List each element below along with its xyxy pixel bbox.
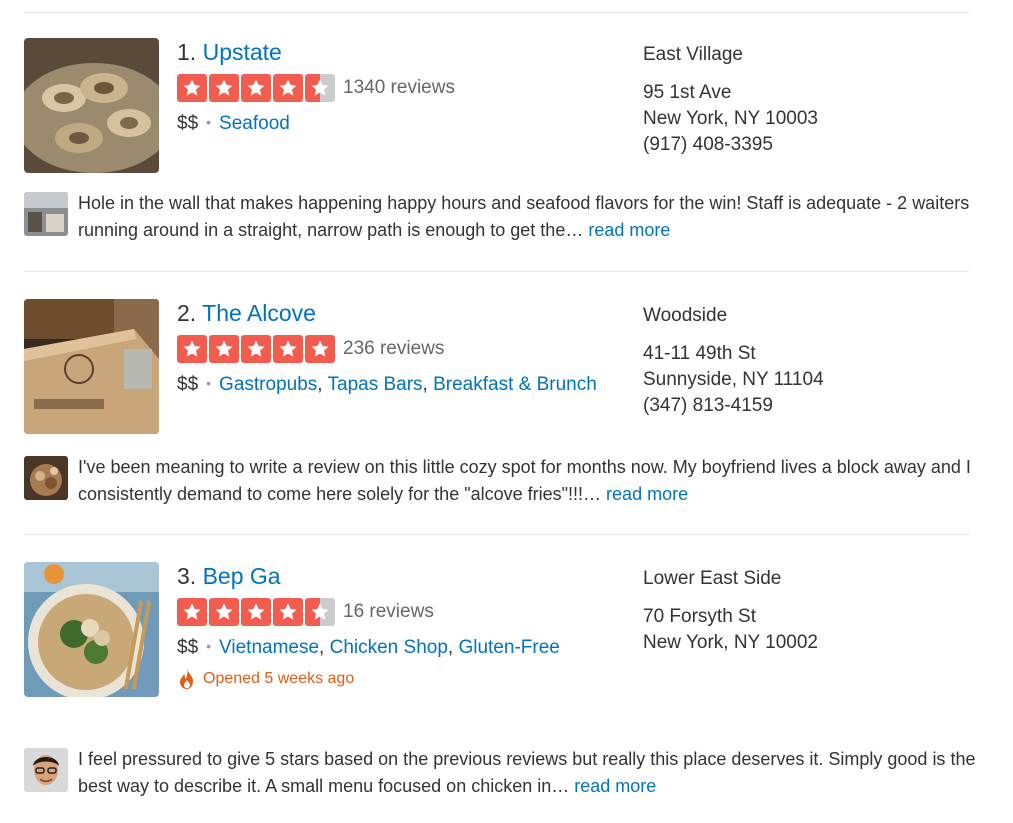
result-rank: 1.: [177, 39, 197, 65]
price-and-categories: $$ • Vietnamese, Chicken Shop, Gluten-Free: [177, 637, 560, 658]
star-rating: [177, 335, 335, 363]
star-icon: [209, 598, 239, 626]
star-icon: [177, 335, 207, 363]
read-more-link[interactable]: read more: [588, 220, 670, 240]
category-link-gluten-free[interactable]: Gluten-Free: [458, 637, 559, 658]
business-name-link[interactable]: Bep Ga: [203, 563, 281, 589]
star-rating: [177, 598, 335, 626]
review-count[interactable]: 16 reviews: [343, 601, 434, 623]
star-icon: [209, 74, 239, 102]
category-link-chicken-shop[interactable]: Chicken Shop: [330, 637, 448, 658]
business-title: 2. The Alcove: [177, 299, 597, 327]
star-icon: [305, 74, 335, 102]
business-address: Woodside 41-11 49th St Sunnyside, NY 111…: [643, 303, 983, 419]
star-icon: [273, 598, 303, 626]
neighborhood: Lower East Side: [643, 568, 782, 589]
star-icon: [241, 335, 271, 363]
review-text: I feel pressured to give 5 stars based o…: [78, 746, 978, 800]
neighborhood: East Village: [643, 44, 743, 65]
reviewer-avatar[interactable]: [24, 456, 68, 500]
address-line-1: 41-11 49th St: [643, 343, 756, 364]
read-more-link[interactable]: read more: [606, 484, 688, 504]
category-link-gastropubs[interactable]: Gastropubs: [219, 374, 317, 395]
business-name-link[interactable]: Upstate: [203, 39, 282, 65]
separator-dot: •: [206, 375, 212, 391]
read-more-link[interactable]: read more: [574, 776, 656, 796]
business-address: East Village 95 1st Ave New York, NY 100…: [643, 42, 983, 158]
flame-icon: [177, 668, 197, 690]
business-photo[interactable]: [24, 38, 159, 173]
star-icon: [209, 335, 239, 363]
opened-text: Opened 5 weeks ago: [203, 670, 355, 687]
star-icon: [273, 335, 303, 363]
star-icon: [305, 598, 335, 626]
result-rank: 3.: [177, 563, 197, 589]
review-count[interactable]: 236 reviews: [343, 338, 444, 360]
review-text: Hole in the wall that makes happening ha…: [78, 190, 978, 244]
review-excerpt: I feel pressured to give 5 stars based o…: [78, 749, 976, 796]
star-icon: [273, 74, 303, 102]
divider-2: [24, 534, 969, 535]
phone-number: (347) 813-4159: [643, 395, 773, 416]
business-name-link[interactable]: The Alcove: [202, 300, 316, 326]
category-link-seafood[interactable]: Seafood: [219, 113, 290, 134]
reviewer-avatar[interactable]: [24, 748, 68, 792]
category-link-tapas-bars[interactable]: Tapas Bars: [328, 374, 423, 395]
business-title: 1. Upstate: [177, 38, 597, 66]
star-icon: [305, 335, 335, 363]
opened-badge: Opened 5 weeks ago: [177, 668, 597, 690]
phone-number: (917) 408-3395: [643, 134, 773, 155]
review-text: I've been meaning to write a review on t…: [78, 454, 978, 508]
star-icon: [241, 74, 271, 102]
category-link-breakfast-brunch[interactable]: Breakfast & Brunch: [433, 374, 597, 395]
review-count[interactable]: 1340 reviews: [343, 77, 455, 99]
business-address: Lower East Side 70 Forsyth St New York, …: [643, 566, 983, 656]
price-and-categories: $$ • Gastropubs, Tapas Bars, Breakfast & B…: [177, 374, 597, 395]
business-title: 3. Bep Ga: [177, 562, 597, 590]
neighborhood: Woodside: [643, 305, 728, 326]
address-line-2: Sunnyside, NY 11104: [643, 369, 824, 390]
review-excerpt: Hole in the wall that makes happening ha…: [78, 193, 970, 240]
address-line-2: New York, NY 10003: [643, 108, 818, 129]
divider-1: [24, 271, 969, 272]
star-icon: [177, 598, 207, 626]
star-icon: [177, 74, 207, 102]
divider-top: [24, 12, 969, 13]
category-link-vietnamese[interactable]: Vietnamese: [219, 637, 319, 658]
price-range: $$: [177, 374, 199, 395]
review-excerpt: I've been meaning to write a review on t…: [78, 457, 971, 504]
address-line-2: New York, NY 10002: [643, 632, 818, 653]
price-and-categories: $$ • Seafood: [177, 110, 597, 138]
star-rating: [177, 74, 335, 102]
address-line-1: 95 1st Ave: [643, 82, 732, 103]
separator-dot: •: [206, 114, 212, 130]
separator-dot: •: [206, 638, 212, 654]
business-photo[interactable]: [24, 562, 159, 697]
star-icon: [241, 598, 271, 626]
business-photo[interactable]: [24, 299, 159, 434]
address-line-1: 70 Forsyth St: [643, 606, 756, 627]
price-range: $$: [177, 637, 199, 658]
reviewer-avatar[interactable]: [24, 192, 68, 236]
result-rank: 2.: [177, 300, 197, 326]
price-range: $$: [177, 113, 199, 134]
